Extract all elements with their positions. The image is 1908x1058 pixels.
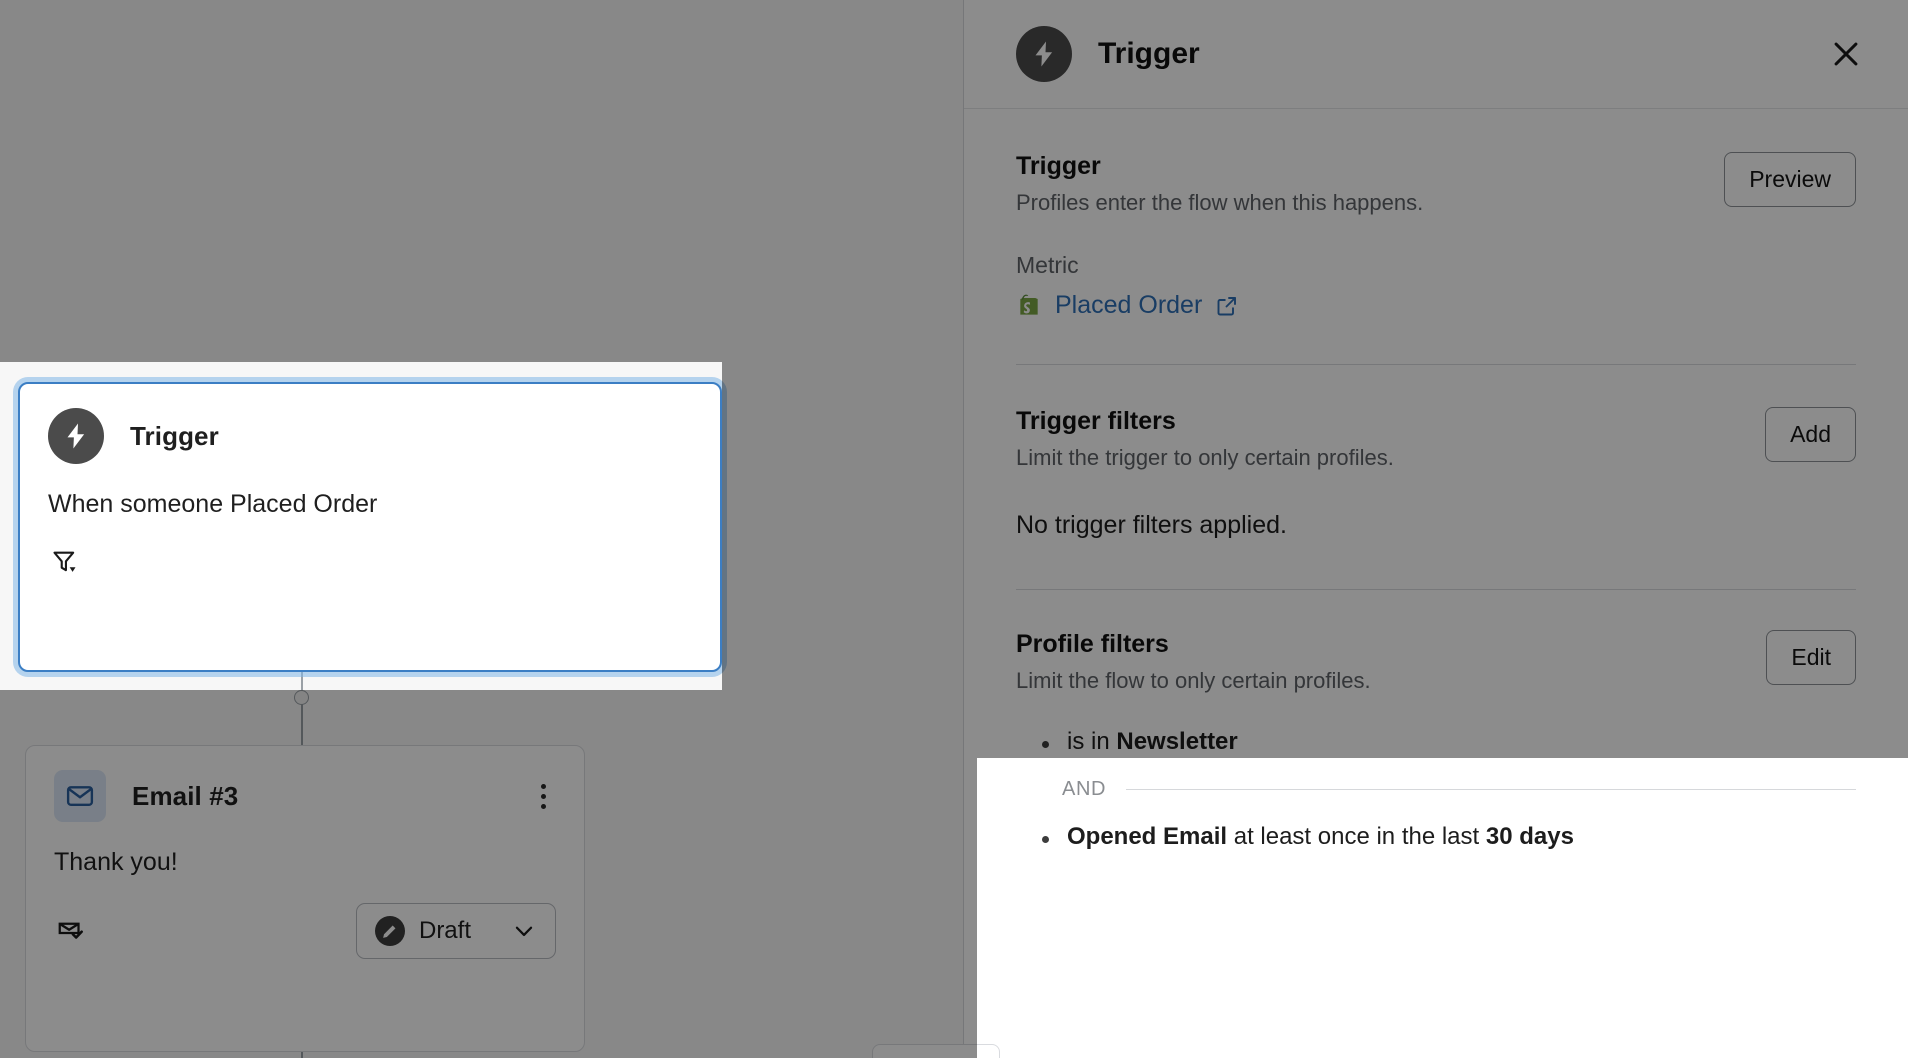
profile-filter-item-1: is in Newsletter xyxy=(1042,728,1856,756)
profile-filter-list: is in Newsletter AND Opened Email at lea… xyxy=(1016,728,1856,851)
bullet-icon xyxy=(1042,741,1049,748)
flow-connector-add-handle[interactable] xyxy=(294,690,309,705)
envelope-icon xyxy=(54,770,106,822)
profile-filters-subtitle: Limit the flow to only certain profiles. xyxy=(1016,668,1371,693)
add-trigger-filter-button[interactable]: Add xyxy=(1765,407,1856,462)
external-link-icon xyxy=(1215,294,1239,318)
lightning-bolt-icon xyxy=(1016,26,1072,82)
filter-1-prefix: is in xyxy=(1067,728,1117,755)
trigger-section-subtitle: Profiles enter the flow when this happen… xyxy=(1016,190,1424,215)
trigger-section-title: Trigger xyxy=(1016,152,1101,180)
preview-button[interactable]: Preview xyxy=(1724,152,1856,207)
trigger-node-footer xyxy=(20,519,720,579)
trigger-filters-section: Trigger filters Limit the trigger to onl… xyxy=(964,365,1908,540)
trigger-node-body: When someone Placed Order xyxy=(48,490,378,518)
filter-conjunction-label: AND xyxy=(1062,778,1107,800)
bullet-icon xyxy=(1042,836,1049,843)
panel-title: Trigger xyxy=(1098,37,1200,70)
email-status-label: Draft xyxy=(418,917,471,944)
filter-conjunction-line xyxy=(1126,789,1856,790)
email-node-footer: Draft xyxy=(26,877,584,959)
lightning-bolt-icon xyxy=(48,408,104,464)
profile-filters-title: Profile filters xyxy=(1016,630,1169,658)
trigger-filters-subtitle: Limit the trigger to only certain profil… xyxy=(1016,445,1394,470)
trigger-filters-title: Trigger filters xyxy=(1016,407,1176,435)
chevron-down-icon xyxy=(511,918,537,944)
email-node-header: Email #3 xyxy=(26,746,584,822)
metric-label: Metric xyxy=(1016,252,1079,278)
profile-filter-text-1: is in Newsletter xyxy=(1067,728,1238,756)
trigger-node-header: Trigger xyxy=(20,384,720,464)
trigger-node-card[interactable]: Trigger When someone Placed Order xyxy=(18,382,722,672)
profile-filter-item-2: Opened Email at least once in the last 3… xyxy=(1042,823,1856,851)
close-icon[interactable] xyxy=(1822,30,1870,78)
metric-name: Placed Order xyxy=(1055,291,1203,319)
email-node-title: Email #3 xyxy=(132,780,239,811)
filter-2-strong2: 30 days xyxy=(1485,823,1574,850)
flow-connector-line-lower xyxy=(301,1052,303,1058)
trigger-filters-empty-text: No trigger filters applied. xyxy=(1016,511,1287,539)
pencil-draft-icon xyxy=(374,916,405,946)
detail-panel: Trigger Trigger Profiles enter the flow … xyxy=(963,0,1908,1058)
filter-conjunction-row: AND xyxy=(1062,778,1856,801)
app-root: Trigger When someone Placed Order Email … xyxy=(0,0,1908,1058)
filter-1-strong: Newsletter xyxy=(1116,728,1238,755)
edit-profile-filters-button[interactable]: Edit xyxy=(1766,630,1856,685)
email-status-dropdown[interactable]: Draft xyxy=(355,903,556,959)
trigger-section: Trigger Profiles enter the flow when thi… xyxy=(964,109,1908,320)
email-node-body: Thank you! xyxy=(54,848,178,876)
flow-canvas[interactable]: Trigger When someone Placed Order Email … xyxy=(0,0,1000,1058)
kebab-menu-icon[interactable] xyxy=(531,778,556,815)
filter-2-suffix: at least once in the last xyxy=(1227,823,1486,850)
shopify-bag-icon xyxy=(1016,292,1042,319)
envelope-check-icon[interactable] xyxy=(54,914,88,948)
trigger-node-title: Trigger xyxy=(130,420,219,451)
profile-filter-text-2: Opened Email at least once in the last 3… xyxy=(1067,823,1574,851)
canvas-floating-control[interactable] xyxy=(872,1044,1000,1058)
flow-connector-line xyxy=(301,672,303,746)
filter-funnel-icon[interactable] xyxy=(48,545,82,579)
metric-link[interactable]: Placed Order xyxy=(1016,291,1856,320)
email-node-card[interactable]: Email #3 Thank you! Draft xyxy=(25,745,585,1052)
profile-filters-section: Profile filters Limit the flow to only c… xyxy=(964,590,1908,851)
panel-header: Trigger xyxy=(964,0,1908,109)
filter-2-strong: Opened Email xyxy=(1067,823,1228,850)
